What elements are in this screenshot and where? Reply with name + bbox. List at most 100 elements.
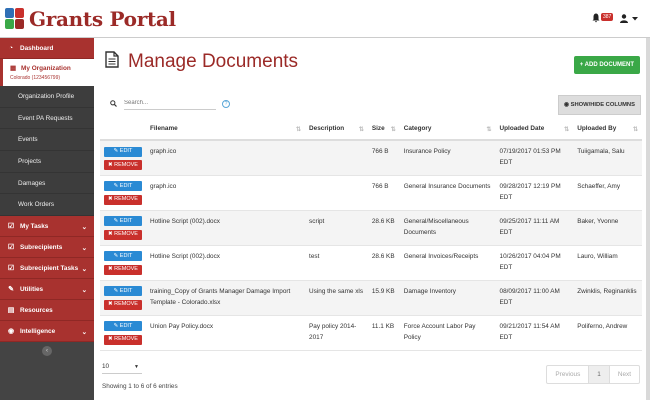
edit-button[interactable]: ✎ EDIT — [104, 146, 142, 157]
organization-id: Colorado (123456799) — [10, 75, 61, 81]
cell-date: 07/19/2017 01:53 PM EDT — [495, 140, 574, 176]
edit-button[interactable]: ✎ EDIT — [104, 251, 142, 261]
column-uploaded-by[interactable]: Uploaded By ⇅ — [573, 118, 642, 141]
remove-button[interactable]: ✖ REMOVE — [104, 299, 142, 310]
main-panel: Manage Documents + ADD DOCUMENT ? ◉ SHOW… — [94, 38, 646, 400]
cell-date: 09/21/2017 11:54 AM EDT — [495, 315, 574, 351]
column-description[interactable]: Description ⇅ — [305, 118, 368, 141]
scrollbar-track[interactable] — [646, 38, 650, 400]
user-icon — [620, 14, 628, 23]
remove-button[interactable]: ✖ REMOVE — [104, 160, 142, 170]
chevron-left-icon: ‹ — [46, 348, 48, 354]
cell-description: Using the same xls — [305, 280, 368, 316]
app-logo[interactable]: Grants Portal — [5, 7, 176, 31]
table-row: ✎ EDIT ✖ REMOVE graph.ico 766 B General I… — [100, 175, 642, 211]
sidebar-item-label: Utilities — [20, 285, 44, 293]
sidebar-item-events[interactable]: Events — [0, 129, 94, 152]
column-filename[interactable]: Filename ⇅ — [146, 118, 306, 141]
eye-icon: ◉ — [563, 102, 569, 108]
sidebar-item-my-tasks[interactable]: ☑ My Tasks ⌄ — [0, 216, 94, 238]
previous-page-button[interactable]: Previous — [547, 366, 590, 383]
show-hide-columns-button[interactable]: ◉ SHOW/HIDE COLUMNS — [557, 95, 641, 115]
cell-description: Pay policy 2014-2017 — [305, 315, 368, 351]
edit-button[interactable]: ✎ EDIT — [104, 216, 142, 226]
cell-date: 10/26/2017 04:04 PM EDT — [495, 245, 574, 281]
notifications-button[interactable]: 387 — [592, 13, 614, 24]
remove-button[interactable]: ✖ REMOVE — [104, 229, 142, 240]
cell-filename[interactable]: graph.ico — [146, 175, 306, 211]
sidebar-item-utilities[interactable]: ✎ Utilities ⌄ — [0, 279, 94, 301]
sidebar-item-subrecipients[interactable]: ☑ Subrecipients ⌄ — [0, 237, 94, 259]
remove-button[interactable]: ✖ REMOVE — [104, 194, 142, 205]
sidebar-item-damages[interactable]: Damages — [0, 172, 94, 195]
cell-size: 15.9 KB — [367, 280, 400, 316]
sidebar-item-my-organization[interactable]: ▦ My Organization Colorado (123456799) — [0, 59, 94, 86]
page-length-select[interactable]: 10 ▼ — [102, 360, 142, 374]
search-input[interactable] — [124, 97, 216, 110]
close-icon: ✖ — [108, 336, 113, 342]
column-size[interactable]: Size ⇅ — [367, 118, 400, 141]
user-menu[interactable] — [620, 14, 638, 23]
page-length-value: 10 — [102, 363, 110, 370]
sidebar-item-subrecipient-tasks[interactable]: ☑ Subrecipient Tasks ⌄ — [0, 258, 94, 280]
notification-badge: 387 — [601, 13, 614, 21]
top-header: Grants Portal 387 — [0, 0, 650, 38]
sidebar-item-dashboard[interactable]: ◔ Dashboard — [0, 38, 94, 59]
sidebar-item-event-pa-requests[interactable]: Event PA Requests — [0, 107, 94, 130]
logo-mark-icon — [5, 8, 25, 30]
cell-filename[interactable]: Hotline Script (002).docx — [146, 245, 306, 281]
remove-button[interactable]: ✖ REMOVE — [104, 264, 142, 275]
chevron-down-icon: ⌄ — [81, 266, 87, 274]
cell-date: 09/25/2017 11:11 AM EDT — [495, 210, 574, 246]
cell-uploaded-by: Lauro, William — [573, 245, 642, 281]
page-1-button[interactable]: 1 — [589, 366, 610, 383]
sort-icon: ⇅ — [296, 127, 302, 133]
next-page-button[interactable]: Next — [610, 366, 639, 383]
collapse-sidebar-button[interactable]: ‹ — [42, 346, 52, 356]
cell-category: Damage Inventory — [399, 280, 496, 316]
sidebar-item-intelligence[interactable]: ◉ Intelligence ⌄ — [0, 321, 94, 343]
table-row: ✎ EDIT ✖ REMOVE Union Pay Policy.docx Pay… — [100, 315, 642, 351]
cell-description — [305, 175, 368, 211]
sidebar-item-organization-profile[interactable]: Organization Profile — [0, 86, 94, 108]
cell-uploaded-by: Schaeffer, Amy — [573, 175, 642, 211]
remove-button[interactable]: ✖ REMOVE — [104, 334, 142, 345]
table-row: ✎ EDIT ✖ REMOVE training_Copy of Grants M… — [100, 280, 642, 316]
help-icon[interactable]: ? — [222, 99, 230, 108]
chevron-down-icon: ⌄ — [81, 287, 87, 295]
cell-filename[interactable]: training_Copy of Grants Manager Damage I… — [146, 280, 306, 316]
sidebar-item-work-orders[interactable]: Work Orders — [0, 194, 94, 217]
search-bar: ? — [110, 97, 230, 110]
sort-icon: ⇅ — [390, 127, 396, 133]
sidebar-item-projects[interactable]: Projects — [0, 151, 94, 173]
close-icon: ✖ — [108, 231, 113, 237]
page-title: Manage Documents — [128, 51, 299, 72]
table-row: ✎ EDIT ✖ REMOVE graph.ico 766 B Insurance… — [100, 140, 642, 176]
sidebar-item-label: Intelligence — [20, 327, 56, 335]
search-icon — [110, 100, 117, 107]
cell-uploaded-by: Tuiigamala, Salu — [573, 140, 642, 176]
cell-uploaded-by: Zwinklis, Reginanklis — [573, 280, 642, 316]
column-uploaded-date[interactable]: Uploaded Date ⇅ — [495, 118, 574, 141]
cell-filename[interactable]: Hotline Script (002).docx — [146, 210, 306, 246]
chevron-down-icon: ⌄ — [81, 245, 87, 253]
sort-icon: ⇅ — [486, 127, 492, 133]
document-icon — [105, 51, 119, 68]
edit-button[interactable]: ✎ EDIT — [104, 321, 142, 331]
cell-filename[interactable]: Union Pay Policy.docx — [146, 315, 306, 351]
pencil-icon: ✎ — [113, 287, 119, 294]
eye-icon: ◉ — [7, 328, 15, 336]
cell-size: 28.6 KB — [367, 210, 400, 246]
building-icon: ▦ — [10, 65, 17, 72]
cell-category: General/Miscellaneous Documents — [399, 210, 496, 246]
add-document-button[interactable]: + ADD DOCUMENT — [573, 56, 640, 74]
sort-icon: ⇅ — [564, 127, 570, 133]
sidebar-item-resources[interactable]: ▤ Resources — [0, 300, 94, 322]
column-category[interactable]: Category ⇅ — [399, 118, 496, 141]
edit-button[interactable]: ✎ EDIT — [104, 181, 142, 191]
cell-filename[interactable]: graph.ico — [146, 140, 306, 176]
edit-button[interactable]: ✎ EDIT — [104, 286, 142, 296]
column-actions — [100, 118, 146, 141]
sidebar-item-label: Subrecipients — [20, 243, 63, 251]
show-hide-columns-label: SHOW/HIDE COLUMNS — [570, 102, 635, 108]
